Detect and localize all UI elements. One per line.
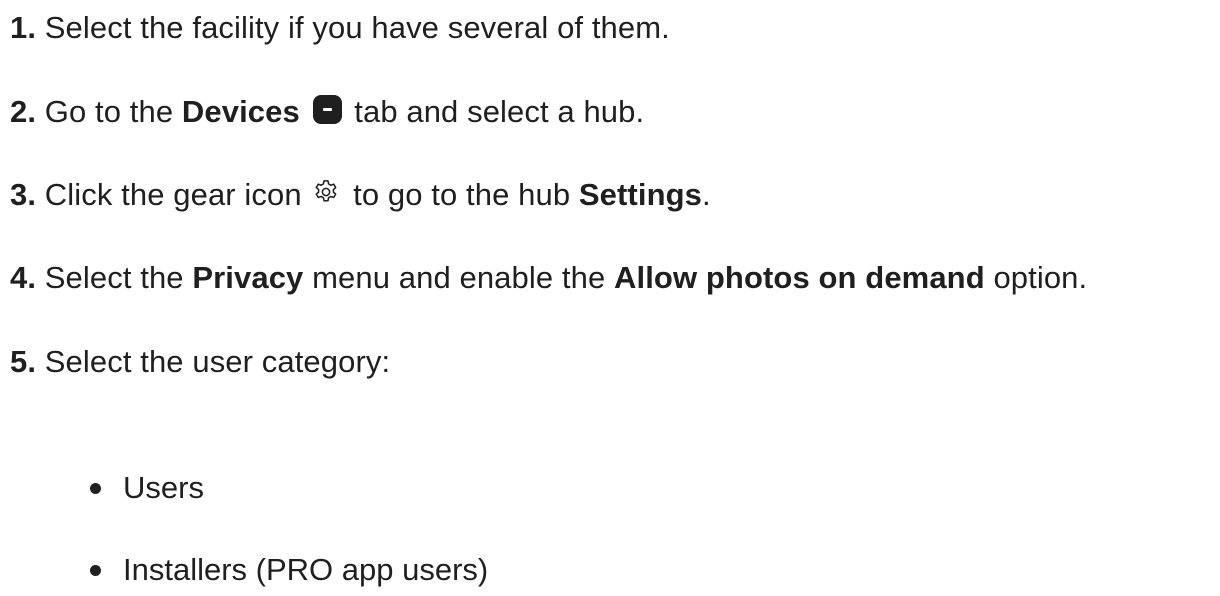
- step-number: 5.: [10, 344, 37, 379]
- step-5: 5. Select the user category:: [10, 342, 390, 382]
- list-item: Installers (PRO app users): [90, 550, 488, 590]
- step-number: 2.: [10, 94, 37, 129]
- bullet-dot: [90, 565, 101, 576]
- step-3: 3. Click the gear icon to go to the hub …: [10, 175, 711, 215]
- step-text: option.: [984, 260, 1088, 295]
- list-item-label: Users: [123, 470, 204, 505]
- step-4: 4. Select the Privacy menu and enable th…: [10, 258, 1087, 298]
- step-2: 2. Go to the Devices tab and select a hu…: [10, 92, 644, 132]
- list-item: Users: [90, 468, 204, 508]
- devices-label: Devices: [181, 94, 300, 129]
- settings-label: Settings: [578, 177, 702, 212]
- step-text: menu and enable the: [303, 260, 615, 295]
- step-1: 1. Select the facility if you have sever…: [10, 8, 670, 48]
- step-text: Click the gear icon: [36, 177, 311, 212]
- step-text: to go to the hub: [344, 177, 579, 212]
- step-text: Select the user category:: [36, 344, 391, 379]
- instructions-document: 1. Select the facility if you have sever…: [0, 0, 1220, 596]
- step-number: 1.: [10, 10, 37, 45]
- step-text: tab and select a hub.: [345, 94, 645, 129]
- gear-icon: [315, 180, 337, 202]
- bullet-dot: [90, 483, 101, 494]
- list-item-label: Installers (PRO app users): [123, 552, 489, 587]
- privacy-label: Privacy: [192, 260, 304, 295]
- step-number: 3.: [10, 177, 37, 212]
- step-text: .: [701, 177, 711, 212]
- step-text: Select the facility if you have several …: [36, 10, 670, 45]
- step-text: Select the: [36, 260, 193, 295]
- devices-tab-icon: [312, 95, 342, 124]
- allow-photos-label: Allow photos on demand: [614, 260, 985, 295]
- step-number: 4.: [10, 260, 37, 295]
- step-text: Go to the: [36, 94, 182, 129]
